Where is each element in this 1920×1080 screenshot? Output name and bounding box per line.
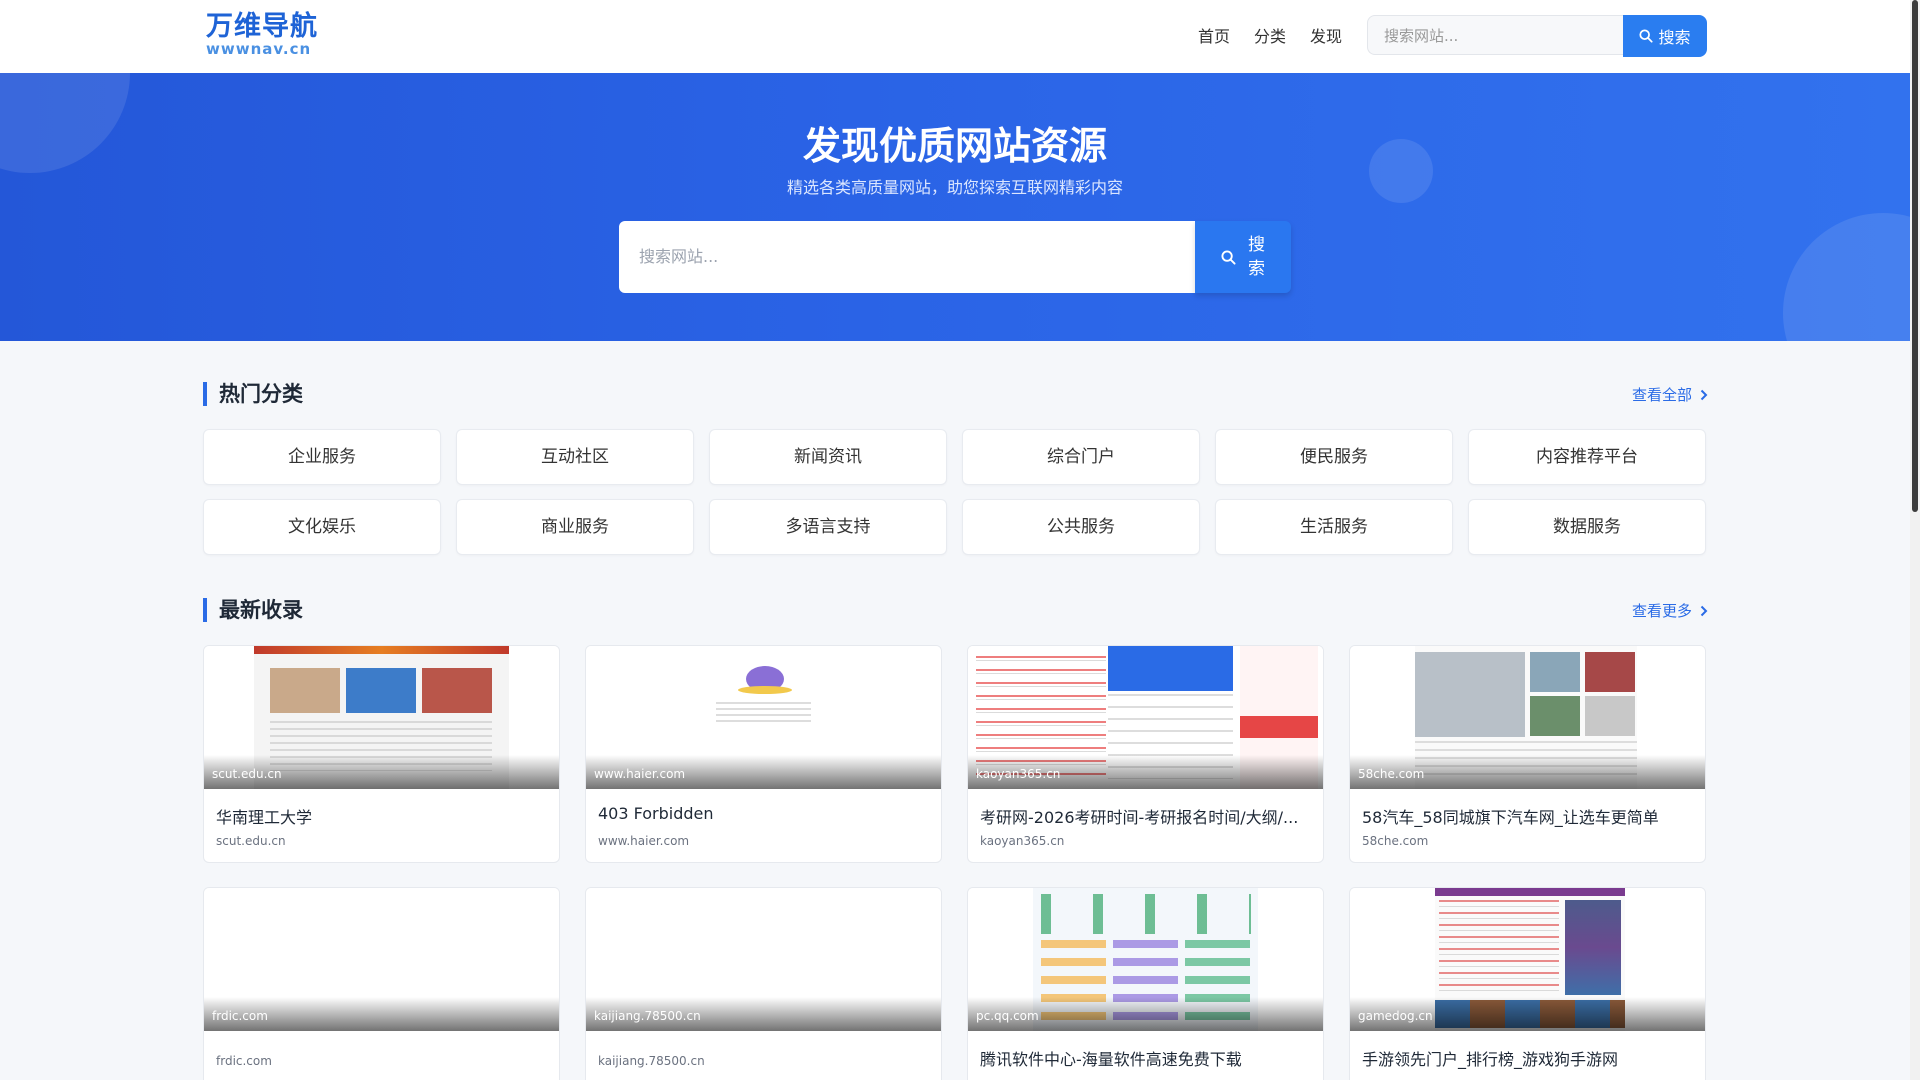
site-thumbnail: www.haier.com <box>586 646 941 789</box>
thumbnail-domain: www.haier.com <box>594 767 686 781</box>
category-item[interactable]: 数据服务 <box>1468 499 1706 555</box>
category-item[interactable]: 商业服务 <box>456 499 694 555</box>
site-domain: kaoyan365.cn <box>980 834 1065 848</box>
thumbnail-domain: frdic.com <box>212 1009 268 1023</box>
hero-title: 发现优质网站资源 <box>802 124 1107 168</box>
site-domain: scut.edu.cn <box>216 834 286 848</box>
site-domain: frdic.com <box>216 1054 272 1068</box>
category-item[interactable]: 综合门户 <box>962 429 1200 485</box>
hero-search: 搜索网站... 搜索 <box>619 221 1291 293</box>
category-item[interactable]: 新闻资讯 <box>709 429 947 485</box>
header-search-button[interactable]: 搜索 <box>1623 15 1707 57</box>
site-card[interactable]: gamedog.cn 手游领先门户_排行榜_游戏狗手游网 <box>1349 887 1706 1080</box>
site-domain: kaijiang.78500.cn <box>598 1054 705 1068</box>
category-item[interactable]: 企业服务 <box>203 429 441 485</box>
nav-home[interactable]: 首页 <box>1198 23 1230 47</box>
chevron-right-icon <box>1700 605 1708 616</box>
thumbnail-domain: kaijiang.78500.cn <box>594 1009 701 1023</box>
category-item[interactable]: 公共服务 <box>962 499 1200 555</box>
site-title: 腾讯软件中心-海量软件高速免费下载 <box>980 1050 1242 1069</box>
view-more-link[interactable]: 查看更多 <box>1632 600 1708 621</box>
header-search-input[interactable]: 搜索网站... <box>1367 15 1623 55</box>
category-item[interactable]: 生活服务 <box>1215 499 1453 555</box>
category-item[interactable]: 互动社区 <box>456 429 694 485</box>
thumbnail-domain: 58che.com <box>1358 767 1425 781</box>
view-more-label: 查看更多 <box>1632 602 1693 620</box>
site-title: 403 Forbidden <box>598 804 714 823</box>
header-search: 搜索网站... 搜索 <box>1367 15 1707 57</box>
site-card[interactable]: pc.qq.com 腾讯软件中心-海量软件高速免费下载 <box>967 887 1324 1080</box>
site-logo[interactable]: 万维导航 wwwnav.cn <box>206 12 318 57</box>
page: 万维导航 wwwnav.cn 首页 分类 发现 搜索网站... 搜索 发现优质网… <box>0 0 1910 1080</box>
hero-subtitle: 精选各类高质量网站，助您探索互联网精彩内容 <box>786 178 1123 197</box>
hero-search-input[interactable]: 搜索网站... <box>619 221 1195 293</box>
thumbnail-domain: pc.qq.com <box>976 1009 1039 1023</box>
site-thumbnail: 58che.com <box>1350 646 1705 789</box>
hero-banner: 发现优质网站资源 精选各类高质量网站，助您探索互联网精彩内容 搜索网站... 搜… <box>0 73 1910 341</box>
site-title: 58汽车_58同城旗下汽车网_让选车更简单 <box>1362 808 1659 827</box>
scrollbar-thumb[interactable] <box>1912 0 1918 512</box>
section-title-categories: 热门分类 <box>203 382 303 406</box>
site-card[interactable]: 58che.com 58汽车_58同城旗下汽车网_让选车更简单 58che.co… <box>1349 645 1706 863</box>
page-scrollbar[interactable] <box>1910 0 1920 1080</box>
site-card[interactable]: kaoyan365.cn 考研网-2026考研时间-考研报名时间/大纲/... … <box>967 645 1324 863</box>
section-title-latest: 最新收录 <box>203 598 303 622</box>
site-card[interactable]: www.haier.com 403 Forbidden www.haier.co… <box>585 645 942 863</box>
site-title: 手游领先门户_排行榜_游戏狗手游网 <box>1362 1050 1619 1069</box>
site-domain: 58che.com <box>1362 834 1429 848</box>
category-item[interactable]: 多语言支持 <box>709 499 947 555</box>
thumbnail-domain: scut.edu.cn <box>212 767 282 781</box>
search-icon <box>1221 249 1236 265</box>
search-icon <box>1639 29 1654 43</box>
site-thumbnail: kaijiang.78500.cn <box>586 888 941 1031</box>
thumbnail-domain: gamedog.cn <box>1358 1009 1433 1023</box>
header-search-button-label: 搜索 <box>1658 28 1691 47</box>
site-card[interactable]: kaijiang.78500.cn kaijiang.78500.cn <box>585 887 942 1080</box>
hero-search-button-label: 搜索 <box>1248 235 1265 279</box>
view-all-link[interactable]: 查看全部 <box>1632 384 1708 405</box>
category-item[interactable]: 文化娱乐 <box>203 499 441 555</box>
site-domain: www.haier.com <box>598 834 690 848</box>
chevron-right-icon <box>1700 389 1708 400</box>
nav-discover[interactable]: 发现 <box>1310 23 1342 47</box>
site-title: 华南理工大学 <box>216 808 313 827</box>
thumbnail-domain: kaoyan365.cn <box>976 767 1061 781</box>
site-title: 考研网-2026考研时间-考研报名时间/大纲/... <box>980 808 1299 827</box>
site-thumbnail: scut.edu.cn <box>204 646 559 789</box>
hero-decor-circle <box>1783 213 1910 341</box>
logo-text: 万维导航 <box>206 11 318 42</box>
site-card[interactable]: frdic.com frdic.com <box>203 887 560 1080</box>
category-item[interactable]: 内容推荐平台 <box>1468 429 1706 485</box>
category-item[interactable]: 便民服务 <box>1215 429 1453 485</box>
site-thumbnail: gamedog.cn <box>1350 888 1705 1031</box>
site-thumbnail: kaoyan365.cn <box>968 646 1323 789</box>
site-thumbnail: frdic.com <box>204 888 559 1031</box>
site-thumbnail: pc.qq.com <box>968 888 1323 1031</box>
logo-domain: wwwnav.cn <box>206 40 312 58</box>
site-card[interactable]: scut.edu.cn 华南理工大学 scut.edu.cn <box>203 645 560 863</box>
top-header: 万维导航 wwwnav.cn 首页 分类 发现 搜索网站... 搜索 <box>0 0 1910 74</box>
hero-search-button[interactable]: 搜索 <box>1195 221 1291 293</box>
nav-categories[interactable]: 分类 <box>1254 23 1286 47</box>
view-all-label: 查看全部 <box>1632 386 1693 404</box>
